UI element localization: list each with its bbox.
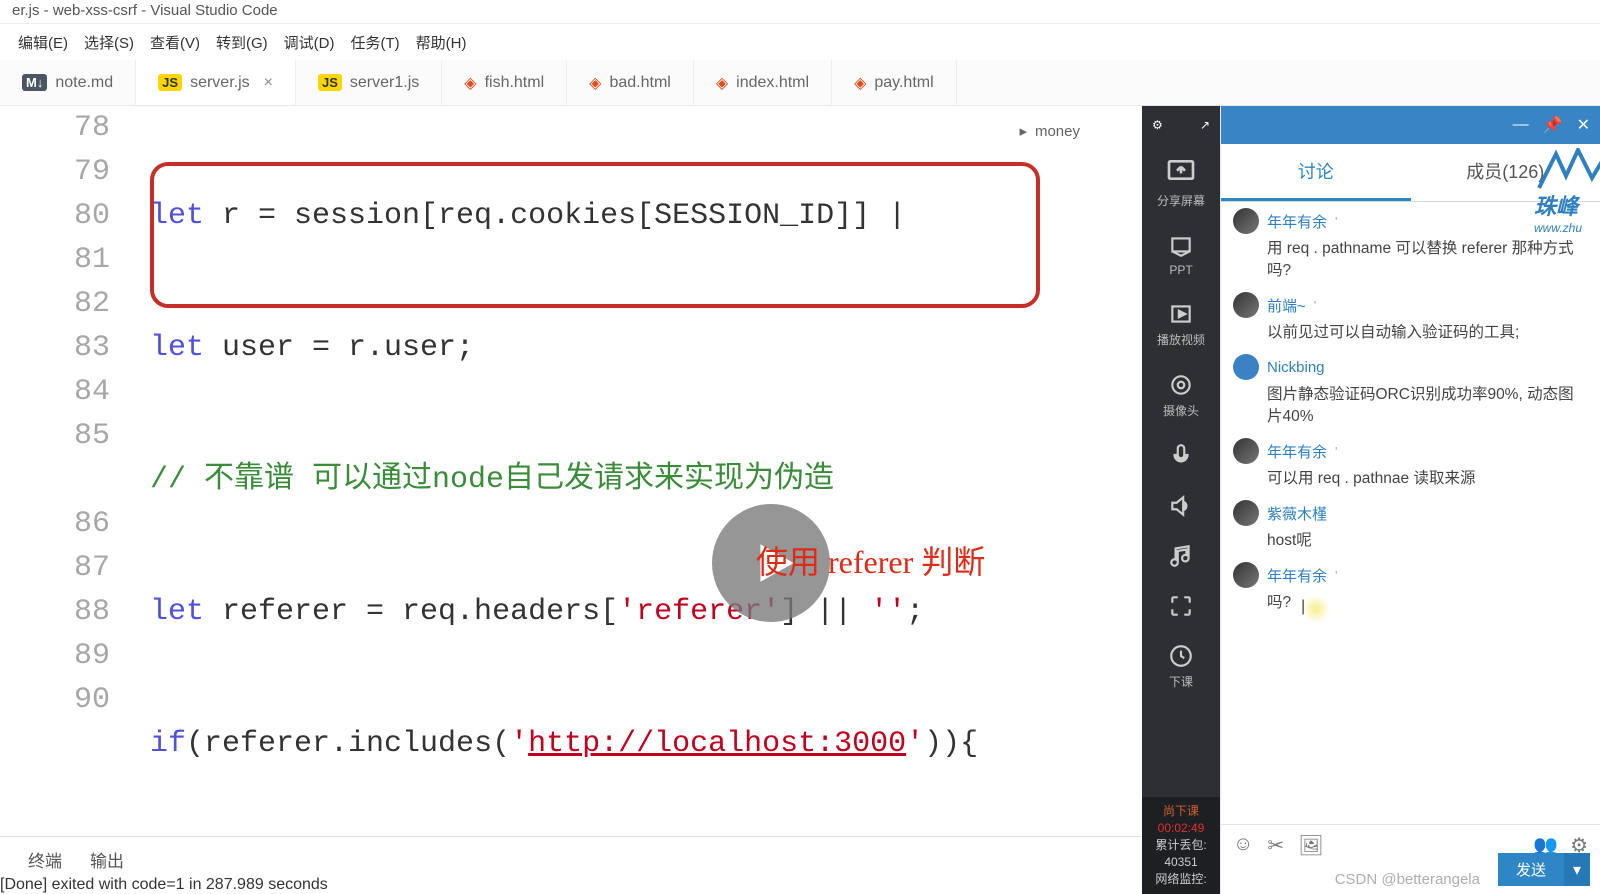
ppt-button[interactable]: PPT [1168,233,1194,277]
avatar [1233,500,1259,526]
mic-icon[interactable] [1168,443,1194,469]
emoji-icon[interactable]: ☺ [1233,833,1253,858]
menu-bar: 编辑(E) 选择(S) 查看(V) 转到(G) 调试(D) 任务(T) 帮助(H… [0,24,1600,60]
share-out-icon[interactable]: ↗ [1200,118,1210,132]
menu-tasks[interactable]: 任务(T) [345,30,406,55]
editor-area: ▸ money 78798081828384858687888990 let r… [0,106,1142,894]
end-class-button[interactable]: 下课 [1168,643,1194,690]
avatar [1233,208,1259,234]
menu-view[interactable]: 查看(V) [144,30,206,55]
chat-messages[interactable]: 年年有余'用 req . pathname 可以替换 referer 那种方式吗… [1221,202,1600,824]
camera-button[interactable]: 摄像头 [1163,372,1199,419]
menu-help[interactable]: 帮助(H) [410,30,473,55]
image-icon[interactable]: 🖼 [1298,833,1323,858]
code-editor[interactable]: 78798081828384858687888990 let r = sessi… [0,106,1142,836]
pin-icon[interactable]: 📌 [1543,115,1563,135]
share-screen-button[interactable]: 分享屏幕 [1157,156,1205,209]
output-tab[interactable]: 输出 [90,843,124,876]
scissors-icon[interactable]: ✂ [1267,833,1284,858]
line-gutter: 78798081828384858687888990 [0,106,132,722]
terminal-panel: 终端 输出 [Done] exited with code=1 in 287.9… [0,836,1142,894]
tab-note[interactable]: M↓note.md [0,60,136,105]
meeting-sidebar: ⚙ ↗ 分享屏幕 PPT 播放视频 摄像头 下课 尚下课 00:02:49 [1142,106,1220,894]
watermark: CSDN @betterangela [1335,871,1480,888]
menu-goto[interactable]: 转到(G) [210,30,274,55]
play-video-button[interactable]: 播放视频 [1157,301,1205,348]
avatar [1233,292,1259,318]
send-group: 发送 ▾ [1498,853,1590,886]
code-lines[interactable]: let r = session[req.cookies[SESSION_ID]]… [150,106,1142,836]
breadcrumb-item: money [1035,123,1080,140]
avatar [1233,438,1259,464]
chevron-right-icon: ▸ [1019,122,1027,140]
tab-discuss[interactable]: 讨论 [1221,144,1411,201]
window-title: er.js - web-xss-csrf - Visual Studio Cod… [0,0,1600,24]
speaker-icon[interactable] [1168,493,1194,519]
tab-server[interactable]: JSserver.js× [136,60,296,105]
tab-pay[interactable]: ◈pay.html [832,60,957,105]
chat-panel: — 📌 ✕ 珠峰 www.zhu 讨论 成员(126) 年年有余'用 req .… [1220,106,1600,894]
tab-server1[interactable]: JSserver1.js [296,60,442,105]
tab-index[interactable]: ◈index.html [694,60,832,105]
minimize-icon[interactable]: — [1513,116,1529,134]
chat-titlebar: — 📌 ✕ [1221,106,1600,144]
tab-bad[interactable]: ◈bad.html [567,60,694,105]
avatar [1233,354,1259,380]
close-panel-icon[interactable]: ✕ [1577,115,1590,135]
annotation-text: 使用 referer 判断 [756,540,985,584]
music-icon[interactable] [1168,543,1194,569]
terminal-output: [Done] exited with code=1 in 287.989 sec… [0,876,1142,894]
network-status: 尚下课 00:02:49 累计丢包: 40351 网络监控: [1142,797,1220,894]
send-button[interactable]: 发送 [1498,853,1564,886]
gear-icon[interactable]: ⚙ [1152,118,1163,132]
send-dropdown[interactable]: ▾ [1564,853,1590,886]
terminal-tab[interactable]: 终端 [28,843,62,876]
avatar [1233,562,1259,588]
menu-edit[interactable]: 编辑(E) [12,30,74,55]
breadcrumb[interactable]: ▸ money [1009,120,1090,142]
menu-select[interactable]: 选择(S) [78,30,140,55]
tab-fish[interactable]: ◈fish.html [442,60,567,105]
fullscreen-icon[interactable] [1168,593,1194,619]
close-icon[interactable]: × [264,74,273,92]
menu-debug[interactable]: 调试(D) [278,30,341,55]
brand-logo: 珠峰 www.zhu [1534,148,1600,235]
editor-tabs: M↓note.md JSserver.js× JSserver1.js ◈fis… [0,60,1600,106]
